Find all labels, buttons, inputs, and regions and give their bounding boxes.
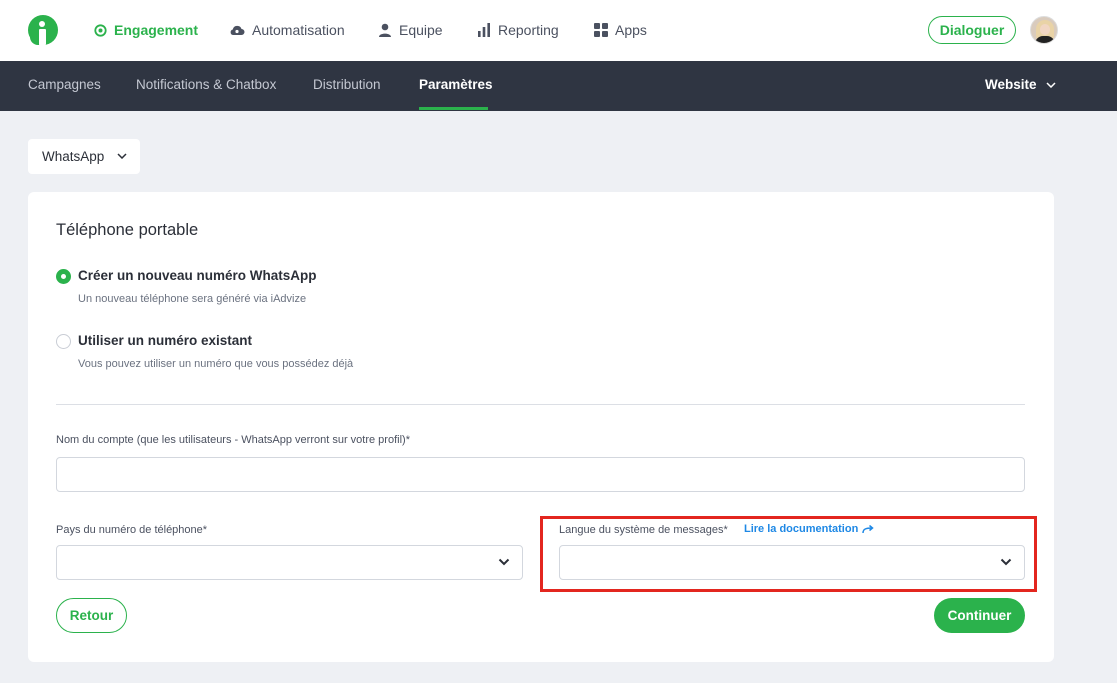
dialoguer-button[interactable]: Dialoguer <box>928 16 1016 44</box>
documentation-link[interactable]: Lire la documentation <box>744 523 874 535</box>
nav-equipe-label: Equipe <box>399 22 443 38</box>
tab-distribution[interactable]: Distribution <box>313 77 381 92</box>
user-icon <box>378 23 392 37</box>
message-language-select[interactable] <box>559 545 1025 580</box>
website-selector-label: Website <box>985 77 1037 92</box>
option-create-new-description: Un nouveau téléphone sera généré via iAd… <box>78 293 307 305</box>
nav-engagement[interactable]: Engagement <box>94 21 198 39</box>
top-bar: Engagement Automatisation Equipe Reporti… <box>0 0 1117 61</box>
channel-select[interactable]: WhatsApp <box>28 139 140 174</box>
nav-apps[interactable]: Apps <box>594 21 647 39</box>
back-button[interactable]: Retour <box>56 598 127 633</box>
radio-create-new-number[interactable] <box>56 269 71 284</box>
nav-automatisation-label: Automatisation <box>252 22 345 38</box>
phone-country-select[interactable] <box>56 545 523 580</box>
phone-country-label: Pays du numéro de téléphone* <box>56 524 208 536</box>
whatsapp-settings-card: Téléphone portable Créer un nouveau numé… <box>28 192 1054 662</box>
nav-engagement-label: Engagement <box>114 22 199 38</box>
account-name-label: Nom du compte (que les utilisateurs - Wh… <box>56 434 410 446</box>
radio-use-existing-number[interactable] <box>56 334 71 349</box>
nav-automatisation[interactable]: Automatisation <box>229 21 345 39</box>
message-language-label: Langue du système de messages* <box>559 524 728 536</box>
chevron-down-icon <box>1000 558 1012 566</box>
tab-campagnes[interactable]: Campagnes <box>28 77 101 92</box>
chevron-down-icon <box>1045 81 1056 88</box>
nav-equipe[interactable]: Equipe <box>378 21 443 39</box>
option-use-existing-description: Vous pouvez utiliser un numéro que vous … <box>78 358 354 370</box>
section-divider <box>56 404 1025 405</box>
website-selector[interactable]: Website <box>985 77 1056 92</box>
option-create-new-label[interactable]: Créer un nouveau numéro WhatsApp <box>78 268 317 283</box>
account-name-input[interactable] <box>56 457 1025 492</box>
nav-apps-label: Apps <box>615 22 647 38</box>
iadvize-logo[interactable] <box>28 15 58 45</box>
arrow-right-icon <box>862 524 874 534</box>
active-tab-indicator <box>419 107 488 110</box>
option-use-existing-label[interactable]: Utiliser un numéro existant <box>78 333 252 348</box>
chevron-down-icon <box>498 558 510 566</box>
nav-reporting-label: Reporting <box>498 22 559 38</box>
chevron-down-icon <box>117 153 127 159</box>
sub-navigation: Campagnes Notifications & Chatbox Distri… <box>0 61 1117 111</box>
target-icon <box>94 23 107 37</box>
documentation-link-label: Lire la documentation <box>744 523 859 535</box>
card-title: Téléphone portable <box>56 221 199 239</box>
user-avatar[interactable] <box>1030 16 1058 44</box>
cloud-icon <box>229 24 245 36</box>
tab-notifications-chatbox[interactable]: Notifications & Chatbox <box>136 77 276 92</box>
channel-select-value: WhatsApp <box>42 149 105 164</box>
nav-reporting[interactable]: Reporting <box>477 21 559 39</box>
tab-parametres[interactable]: Paramètres <box>419 77 493 92</box>
continue-button[interactable]: Continuer <box>934 598 1025 633</box>
bar-chart-icon <box>477 23 491 37</box>
grid-icon <box>594 23 608 37</box>
